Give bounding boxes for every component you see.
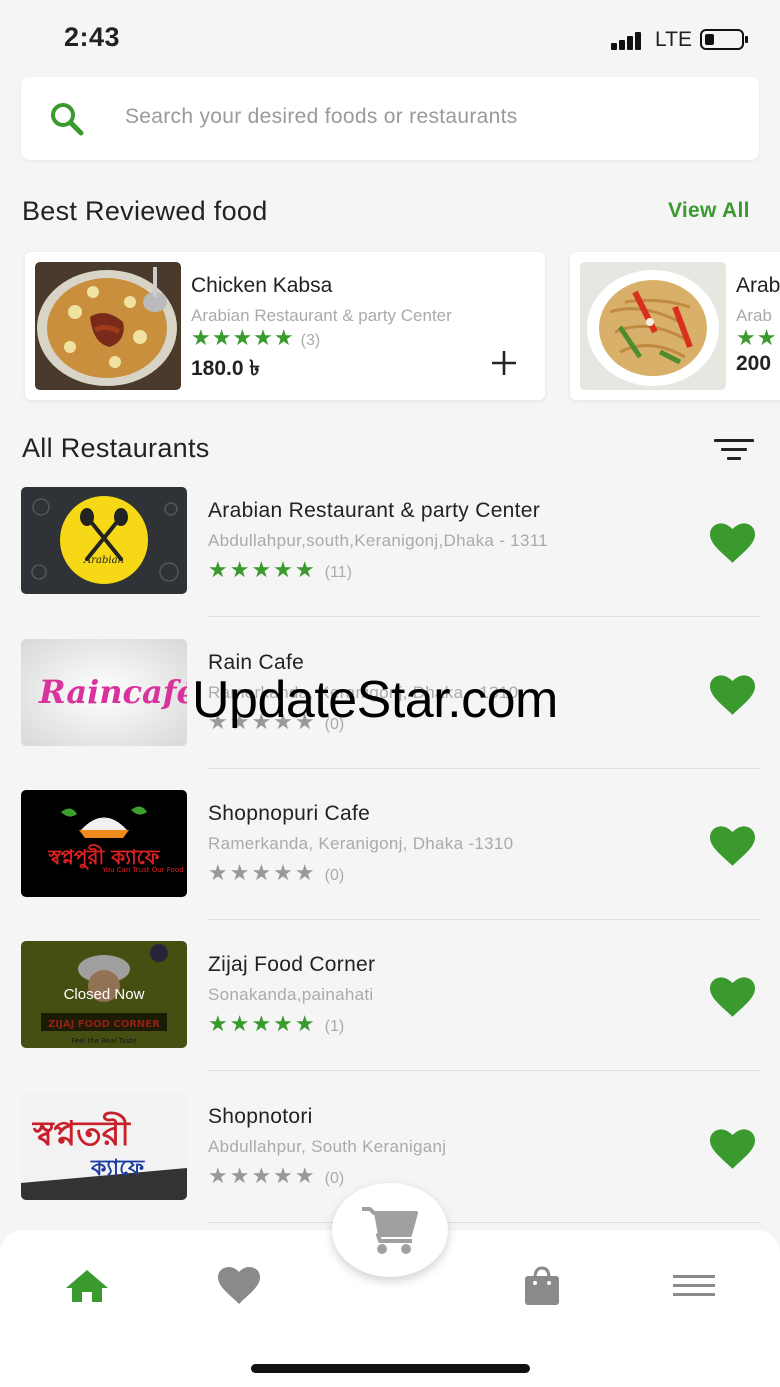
restaurant-rating: ★★★★★ (1) (208, 1011, 344, 1037)
restaurant-row[interactable]: Raincafé Rain Cafe Ramerkanda, Keranigon… (0, 639, 780, 790)
restaurant-logo: Arabian (21, 487, 187, 594)
shopnotori-logo-text: স্বপ্নতরী (32, 1111, 131, 1154)
restaurant-row[interactable]: স্বপ্নপুরী ক্যাফে You Can Trust Our Food… (0, 790, 780, 941)
home-icon[interactable] (64, 1266, 110, 1306)
restaurant-logo: ZIJAJ FOOD CORNER Feel the Real Taste Cl… (21, 941, 187, 1048)
shopnopuri-tagline: You Can Trust Our Food (101, 866, 183, 874)
favorite-heart-icon[interactable] (710, 523, 755, 563)
food-stars: ★★ (736, 325, 778, 350)
home-indicator (251, 1364, 530, 1373)
restaurant-stars: ★★★★★ (208, 860, 317, 885)
restaurant-rating: ★★★★★ (0) (208, 709, 344, 735)
filter-icon[interactable] (714, 437, 754, 463)
food-price: 180.0 ৳ (191, 357, 260, 380)
favorite-heart-icon[interactable] (710, 675, 755, 715)
food-name: Arab (736, 274, 780, 297)
favorite-heart-icon[interactable] (710, 826, 755, 866)
restaurant-review-count: (0) (324, 1170, 345, 1187)
menu-icon[interactable] (671, 1266, 717, 1306)
food-card[interactable]: Arab Arab ★★ 200 (570, 252, 780, 400)
view-all-link[interactable]: View All (668, 199, 750, 223)
food-restaurant: Arab (736, 306, 772, 325)
food-image (580, 262, 726, 390)
favorite-heart-icon[interactable] (710, 977, 755, 1017)
food-price: 200 (736, 352, 772, 375)
restaurant-name: Shopnopuri Cafe (208, 802, 371, 825)
restaurant-review-count: (11) (324, 564, 352, 581)
shopnotori-logo-subtext: ক্যাফে (90, 1156, 145, 1181)
restaurant-row[interactable]: Arabian Arabian Restaurant & party Cente… (0, 487, 780, 638)
restaurant-logo: স্বপ্নতরী ক্যাফে (21, 1093, 187, 1200)
restaurant-name: Zijaj Food Corner (208, 953, 376, 976)
closed-status: Closed Now (63, 986, 145, 1003)
restaurant-address: Abdullahpur, South Keraniganj (208, 1137, 447, 1156)
bag-icon[interactable] (519, 1266, 565, 1306)
all-restaurants-title: All Restaurants (22, 433, 210, 463)
divider (208, 1070, 759, 1071)
restaurant-address: Ramerkanda, Keranigonj, Dhaka - 1310 (208, 683, 519, 702)
restaurant-review-count: (0) (324, 867, 345, 884)
arabian-logo-text: Arabian (83, 555, 124, 566)
favorite-heart-icon[interactable] (710, 1129, 755, 1169)
add-to-cart-icon[interactable] (489, 348, 519, 378)
restaurant-stars: ★★★★★ (208, 709, 317, 734)
restaurant-stars: ★★★★★ (208, 557, 317, 582)
restaurant-address: Sonakanda,painahati (208, 985, 374, 1004)
restaurant-address: Abdullahpur,south,Keranigonj,Dhaka - 131… (208, 531, 548, 550)
search-icon (51, 103, 84, 136)
battery-icon (700, 29, 748, 50)
food-image (35, 262, 181, 390)
food-restaurant: Arabian Restaurant & party Center (191, 306, 452, 325)
restaurant-rating: ★★★★★ (0) (208, 860, 344, 886)
restaurant-logo: স্বপ্নপুরী ক্যাফে You Can Trust Our Food (21, 790, 187, 897)
rain-cafe-logo-text: Raincafé (38, 673, 187, 711)
favorites-heart-icon[interactable] (216, 1266, 262, 1306)
signal-icon (611, 30, 647, 50)
food-rating: ★★★★★ (3) (191, 325, 320, 351)
restaurant-rating: ★★★★★ (11) (208, 557, 352, 583)
divider (208, 919, 759, 920)
restaurant-review-count: (0) (324, 716, 345, 733)
divider (208, 616, 759, 617)
restaurant-row[interactable]: ZIJAJ FOOD CORNER Feel the Real Taste Cl… (0, 941, 780, 1092)
divider (208, 1222, 759, 1223)
food-stars: ★★★★★ (191, 325, 295, 350)
status-bar: 2:43 LTE (0, 0, 780, 76)
restaurant-logo: Raincafé (21, 639, 187, 746)
best-reviewed-title: Best Reviewed food (22, 196, 268, 226)
restaurant-stars: ★★★★★ (208, 1163, 317, 1188)
search-input[interactable]: Search your desired foods or restaurants (21, 77, 759, 160)
food-review-count: (3) (300, 332, 321, 349)
restaurant-rating: ★★★★★ (0) (208, 1163, 344, 1189)
search-placeholder: Search your desired foods or restaurants (125, 105, 518, 128)
restaurant-name: Shopnotori (208, 1105, 313, 1128)
food-card[interactable]: Chicken Kabsa Arabian Restaurant & party… (25, 252, 545, 400)
network-label: LTE (655, 28, 692, 51)
cart-icon (362, 1207, 418, 1254)
divider (208, 768, 759, 769)
restaurant-name: Arabian Restaurant & party Center (208, 499, 541, 522)
status-time: 2:43 (64, 22, 121, 52)
restaurant-stars: ★★★★★ (208, 1011, 317, 1036)
cart-button[interactable] (332, 1183, 448, 1277)
food-name: Chicken Kabsa (191, 274, 333, 297)
restaurant-review-count: (1) (324, 1018, 345, 1035)
restaurant-address: Ramerkanda, Keranigonj, Dhaka -1310 (208, 834, 514, 853)
restaurant-name: Rain Cafe (208, 651, 305, 674)
